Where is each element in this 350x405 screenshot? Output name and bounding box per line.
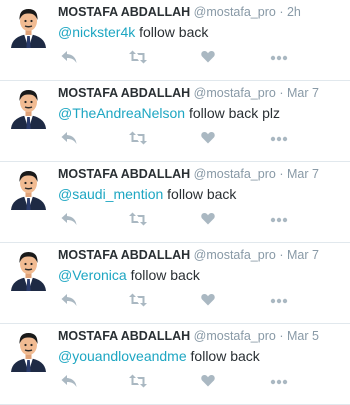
mention-link[interactable]: @saudi_mention (58, 186, 163, 202)
avatar-image (8, 86, 49, 129)
tweet-header: MOSTAFA ABDALLAH @mostafa_pro · 2h (58, 4, 301, 20)
avatar[interactable] (8, 167, 49, 210)
reply-icon (61, 51, 77, 63)
avatar[interactable] (8, 5, 49, 48)
author-handle[interactable]: @mostafa_pro (194, 5, 276, 19)
reply-button[interactable] (61, 212, 79, 228)
tweet-time[interactable]: Mar 7 (287, 86, 319, 100)
avatar-image (8, 167, 49, 210)
tweet-header: MOSTAFA ABDALLAH @mostafa_pro · Mar 7 (58, 247, 319, 263)
tweet-text: @youandloveandme follow back (58, 347, 260, 365)
more-dots-icon (270, 136, 288, 142)
retweet-button[interactable] (129, 131, 147, 147)
separator-dot: · (279, 5, 284, 19)
more-button[interactable] (270, 50, 288, 66)
tweet-time[interactable]: Mar 7 (287, 167, 319, 181)
separator-dot: · (279, 86, 284, 100)
author-name[interactable]: MOSTAFA ABDALLAH (58, 248, 190, 262)
tweet-header: MOSTAFA ABDALLAH @mostafa_pro · Mar 5 (58, 328, 319, 344)
like-button[interactable] (201, 212, 219, 228)
author-name[interactable]: MOSTAFA ABDALLAH (58, 167, 190, 181)
tweet-item[interactable]: MOSTAFA ABDALLAH @mostafa_pro · 2h @nick… (0, 0, 350, 81)
more-button[interactable] (270, 212, 288, 228)
retweet-button[interactable] (129, 293, 147, 309)
more-dots-icon (270, 55, 288, 61)
heart-icon (201, 294, 215, 306)
retweet-icon (129, 131, 147, 145)
retweet-icon (129, 212, 147, 226)
tweet-text: @saudi_mention follow back (58, 185, 236, 203)
retweet-icon (129, 50, 147, 64)
author-handle[interactable]: @mostafa_pro (194, 167, 276, 181)
tweet-time[interactable]: Mar 7 (287, 248, 319, 262)
retweet-icon (129, 374, 147, 388)
tweet-item[interactable]: MOSTAFA ABDALLAH @mostafa_pro · Mar 7 @V… (0, 243, 350, 324)
reply-icon (61, 294, 77, 306)
tweet-text: @Veronica follow back (58, 266, 200, 284)
tweet-item[interactable]: MOSTAFA ABDALLAH @mostafa_pro · Mar 7 @T… (0, 81, 350, 162)
mention-link[interactable]: @TheAndreaNelson (58, 105, 185, 121)
avatar[interactable] (8, 329, 49, 372)
author-name[interactable]: MOSTAFA ABDALLAH (58, 329, 190, 343)
like-button[interactable] (201, 131, 219, 147)
more-dots-icon (270, 298, 288, 304)
tweet-header: MOSTAFA ABDALLAH @mostafa_pro · Mar 7 (58, 85, 319, 101)
reply-icon (61, 132, 77, 144)
tweet-body: follow back (163, 186, 237, 202)
retweet-button[interactable] (129, 50, 147, 66)
tweet-header: MOSTAFA ABDALLAH @mostafa_pro · Mar 7 (58, 166, 319, 182)
avatar-image (8, 329, 49, 372)
heart-icon (201, 132, 215, 144)
more-dots-icon (270, 217, 288, 223)
author-name[interactable]: MOSTAFA ABDALLAH (58, 86, 190, 100)
mention-link[interactable]: @nickster4k (58, 24, 135, 40)
separator-dot: · (279, 167, 284, 181)
reply-icon (61, 213, 77, 225)
avatar[interactable] (8, 86, 49, 129)
tweet-body: follow back (135, 24, 209, 40)
separator-dot: · (279, 329, 284, 343)
avatar-image (8, 5, 49, 48)
reply-button[interactable] (61, 131, 79, 147)
tweet-time[interactable]: 2h (287, 5, 301, 19)
tweet-time[interactable]: Mar 5 (287, 329, 319, 343)
tweet-item[interactable]: MOSTAFA ABDALLAH @mostafa_pro · Mar 5 @y… (0, 324, 350, 405)
heart-icon (201, 213, 215, 225)
reply-icon (61, 375, 77, 387)
mention-link[interactable]: @youandloveandme (58, 348, 187, 364)
avatar-image (8, 248, 49, 291)
more-dots-icon (270, 379, 288, 385)
tweet-body: follow back plz (185, 105, 280, 121)
reply-button[interactable] (61, 50, 79, 66)
reply-button[interactable] (61, 374, 79, 390)
author-handle[interactable]: @mostafa_pro (194, 329, 276, 343)
heart-icon (201, 51, 215, 63)
author-handle[interactable]: @mostafa_pro (194, 248, 276, 262)
author-name[interactable]: MOSTAFA ABDALLAH (58, 5, 190, 19)
like-button[interactable] (201, 50, 219, 66)
like-button[interactable] (201, 374, 219, 390)
author-handle[interactable]: @mostafa_pro (194, 86, 276, 100)
tweet-body: follow back (126, 267, 200, 283)
reply-button[interactable] (61, 293, 79, 309)
avatar[interactable] (8, 248, 49, 291)
retweet-button[interactable] (129, 374, 147, 390)
heart-icon (201, 375, 215, 387)
more-button[interactable] (270, 131, 288, 147)
retweet-button[interactable] (129, 212, 147, 228)
tweet-body: follow back (186, 348, 260, 364)
more-button[interactable] (270, 374, 288, 390)
tweet-text: @TheAndreaNelson follow back plz (58, 104, 280, 122)
tweet-item[interactable]: MOSTAFA ABDALLAH @mostafa_pro · Mar 7 @s… (0, 162, 350, 243)
retweet-icon (129, 293, 147, 307)
mention-link[interactable]: @Veronica (58, 267, 127, 283)
more-button[interactable] (270, 293, 288, 309)
like-button[interactable] (201, 293, 219, 309)
separator-dot: · (279, 248, 284, 262)
tweet-text: @nickster4k follow back (58, 23, 208, 41)
